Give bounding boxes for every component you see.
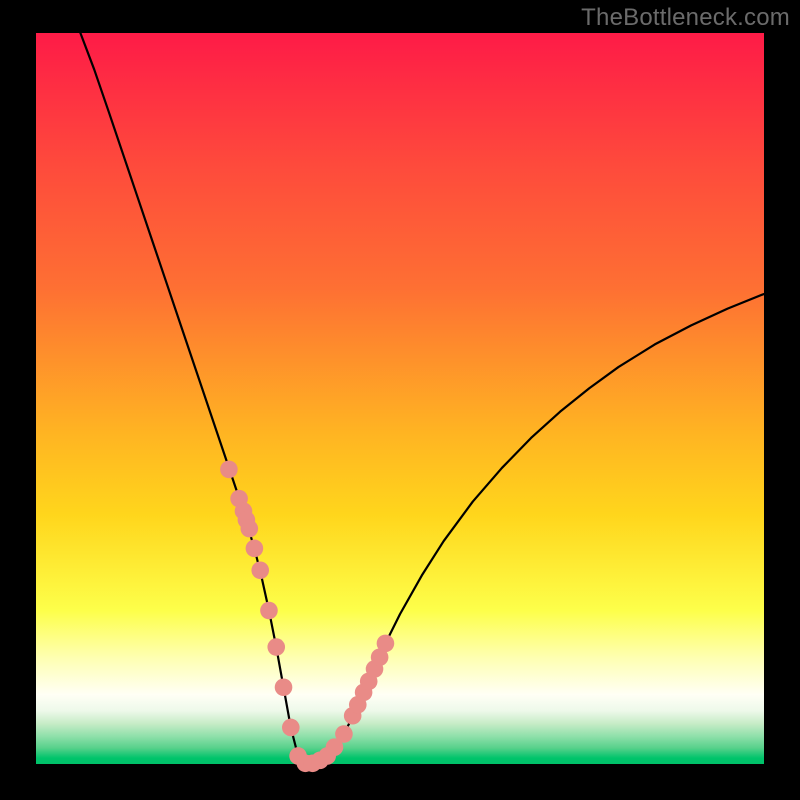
chart-svg [0,0,800,800]
dot [251,561,269,579]
dot [241,520,259,538]
watermark-text: TheBottleneck.com [581,4,790,32]
dot [275,678,293,696]
dot [377,635,395,653]
dot [267,638,285,656]
bottleneck-chart: TheBottleneck.com [0,0,800,800]
dot [220,461,238,479]
dot [260,602,278,620]
dot [335,725,353,743]
plot-background [36,33,764,764]
dot [282,719,300,737]
dot [246,540,264,558]
